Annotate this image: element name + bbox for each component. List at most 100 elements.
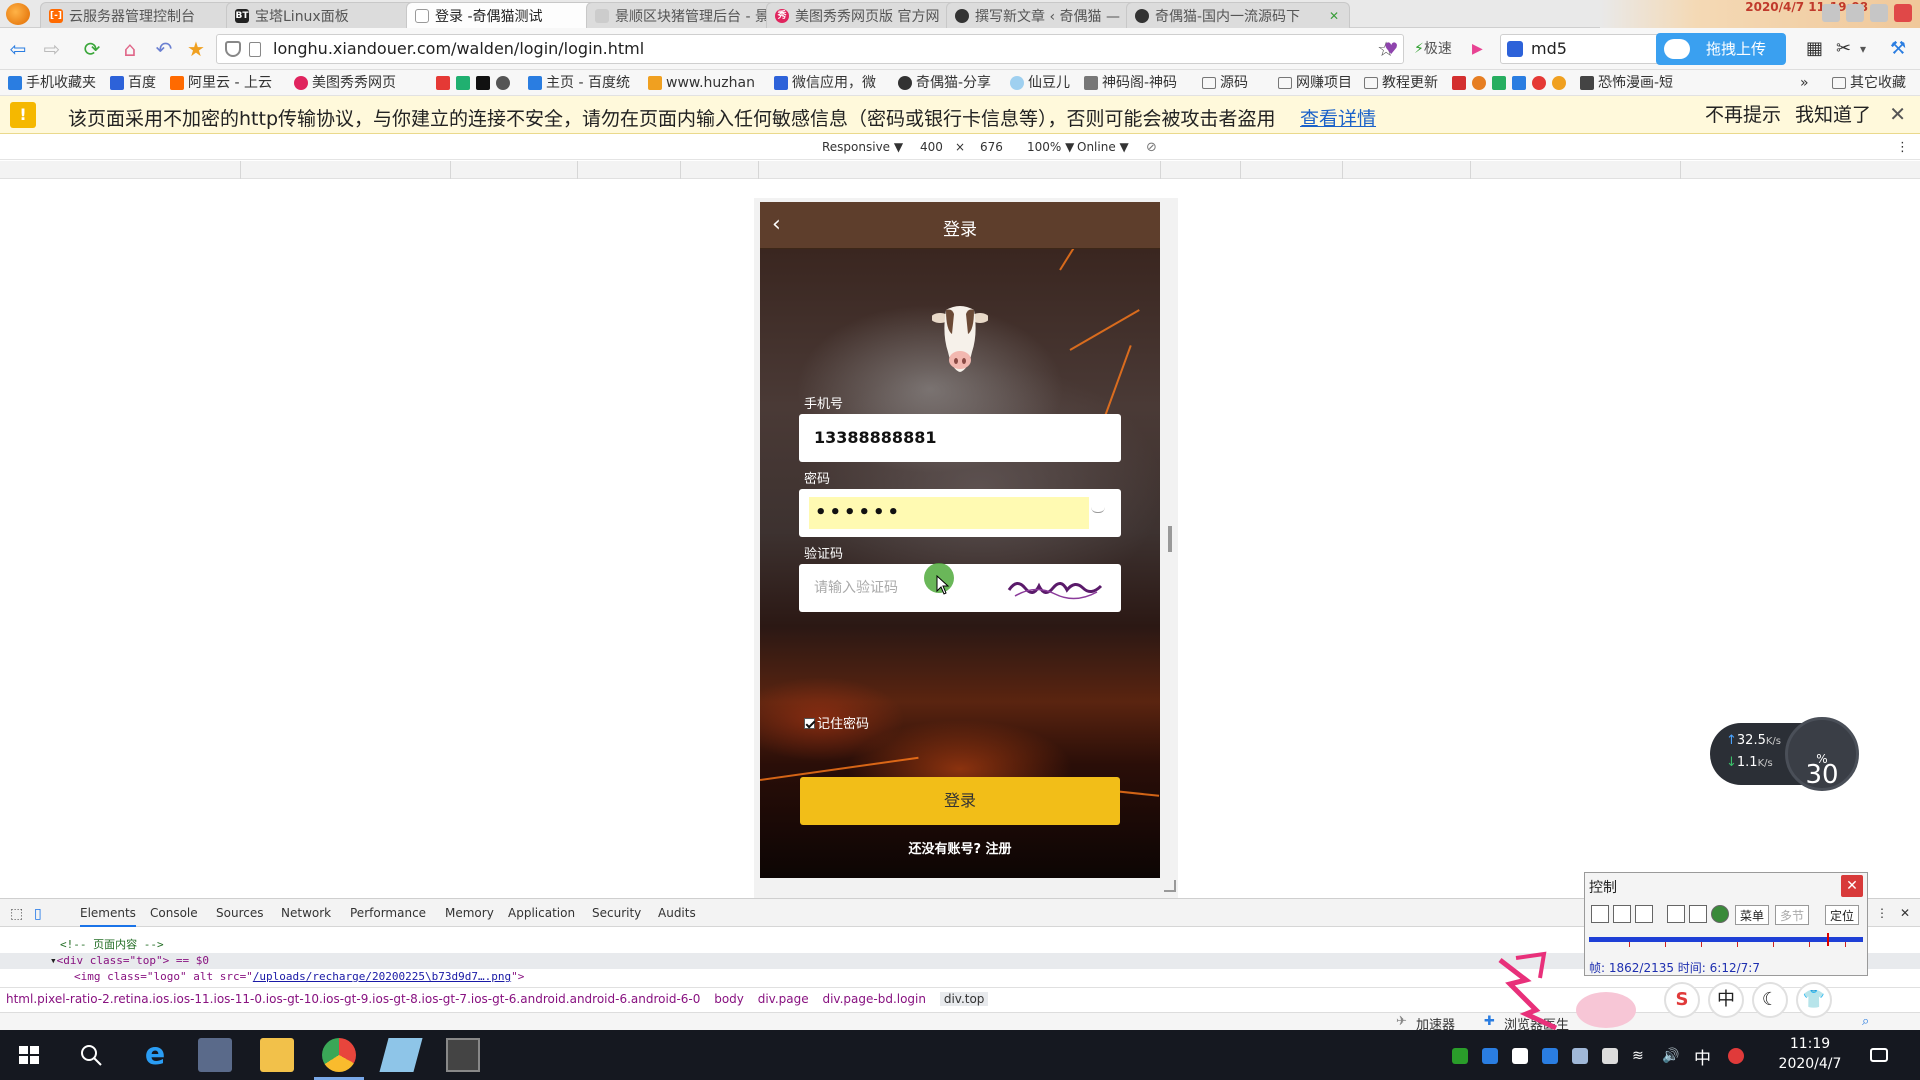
network-speed-widget[interactable]: ↑32.5K/s ↓1.1K/s 30% (1710, 717, 1859, 791)
shield-icon[interactable] (225, 41, 241, 57)
stop-icon[interactable] (1613, 905, 1631, 923)
play-icon[interactable]: ▶ (1472, 37, 1483, 61)
bookmark-baidu-tongji[interactable]: 主页 - 百度统 (528, 74, 630, 92)
tray-sogou-icon[interactable] (1728, 1048, 1744, 1064)
tray-wechat-icon[interactable] (1452, 1048, 1468, 1064)
tray-app-icon[interactable] (1482, 1048, 1498, 1064)
devtools-tab-memory[interactable]: Memory (445, 906, 494, 920)
zoom-select[interactable]: 100% ▼ (1027, 140, 1074, 154)
bell-icon[interactable] (1552, 76, 1566, 90)
bookmark-meitu[interactable]: 美图秀秀网页 (294, 74, 396, 92)
extension-icon[interactable] (476, 76, 490, 90)
address-bar[interactable]: longhu.xiandouer.com/walden/login/login.… (216, 34, 1404, 64)
more-options-icon[interactable]: ⋮ (1896, 140, 1909, 155)
system-clock[interactable]: 11:19 2020/4/7 (1770, 1034, 1850, 1074)
viewport-width-input[interactable]: 400 (920, 140, 943, 154)
extension-icon[interactable] (436, 76, 450, 90)
undo-close-icon[interactable]: ↶ (152, 37, 176, 61)
corner-resize-handle[interactable] (1164, 880, 1176, 892)
memory-usage-ring[interactable]: 30% (1785, 717, 1859, 791)
extension-icon[interactable] (496, 76, 510, 90)
password-input[interactable]: •••••• (799, 489, 1121, 537)
dont-show-again-button[interactable]: 不再提示 (1702, 101, 1784, 129)
wifi-icon[interactable]: ≋ (1632, 1048, 1648, 1064)
captcha-image[interactable] (1005, 576, 1105, 602)
speed-mode-toggle[interactable]: ⚡极速 (1414, 37, 1452, 61)
tray-shield-icon[interactable] (1512, 1048, 1528, 1064)
ime-chinese-icon[interactable]: 中 (1708, 982, 1744, 1018)
search-input[interactable]: md5 (1500, 34, 1660, 64)
register-link[interactable]: 还没有账号? 注册 (760, 838, 1160, 857)
apps-grid-icon[interactable]: ▦ (1806, 37, 1823, 61)
remember-password-checkbox[interactable]: 记住密码 (804, 713, 869, 732)
bookmark-mobile-favorites[interactable]: 手机收藏夹 (8, 74, 96, 92)
breadcrumb-div-top[interactable]: div.top (939, 992, 989, 1006)
home-icon[interactable]: ⌂ (118, 37, 142, 61)
more-bookmarks-chevron-icon[interactable]: » (1800, 74, 1809, 92)
tray-network-icon[interactable] (1542, 1048, 1558, 1064)
bookmark-xiandouer[interactable]: 仙豆儿 (1010, 74, 1070, 92)
accelerator-icon[interactable]: ✈ (1396, 1014, 1407, 1029)
devtools-close-icon[interactable]: ✕ (1900, 906, 1910, 920)
control-close-icon[interactable]: ✕ (1841, 875, 1863, 897)
got-it-button[interactable]: 我知道了 (1792, 101, 1874, 129)
extension-icon[interactable] (1532, 76, 1546, 90)
extension-heart-icon[interactable]: ♥ (1384, 37, 1398, 61)
maximize-icon[interactable] (1870, 4, 1888, 22)
close-window-icon[interactable] (1894, 4, 1912, 22)
login-button[interactable]: 登录 (800, 777, 1120, 825)
fullscreen-icon[interactable] (1689, 905, 1707, 923)
search-icon[interactable] (74, 1038, 108, 1072)
device-mode-select[interactable]: Responsive ▼ (822, 140, 903, 154)
breadcrumb-html[interactable]: html.pixel-ratio-2.retina.ios.ios-11.ios… (6, 992, 700, 1006)
bookmark-folder-source[interactable]: 源码 (1202, 74, 1248, 92)
edge-browser-icon[interactable]: e (138, 1038, 172, 1072)
breadcrumb-div-page-bd[interactable]: div.page-bd.login (822, 992, 926, 1006)
notifications-icon[interactable] (1870, 1048, 1888, 1062)
scissors-icon[interactable]: ✂ (1836, 37, 1851, 61)
prev-frame-icon[interactable] (1591, 905, 1609, 923)
notice-close-icon[interactable]: ✕ (1889, 102, 1906, 126)
shirt-icon[interactable]: 👕 (1796, 982, 1832, 1018)
bookmark-baidu[interactable]: 百度 (110, 74, 156, 92)
devtools-tab-application[interactable]: Application (508, 906, 575, 920)
tab-close-icon[interactable]: ✕ (1327, 9, 1341, 23)
bookmark-wechat-apps[interactable]: 微信应用，微 (774, 74, 876, 92)
bookmark-other-favorites[interactable]: 其它收藏 (1832, 74, 1906, 92)
devtools-tab-network[interactable]: Network (281, 906, 331, 920)
browser-logo-icon[interactable] (6, 3, 30, 25)
devtools-tab-console[interactable]: Console (150, 906, 198, 920)
recorder-app-icon[interactable] (446, 1038, 480, 1072)
sogou-s-icon[interactable]: S (1664, 982, 1700, 1018)
media-query-bar[interactable] (0, 161, 1920, 179)
back-arrow-icon[interactable]: ⇦ (6, 37, 30, 61)
bookmark-folder-earning[interactable]: 网赚项目 (1278, 74, 1352, 92)
checkbox-checked[interactable] (804, 718, 815, 729)
favorite-star-icon[interactable]: ★ (184, 37, 208, 61)
eye-closed-icon[interactable] (1091, 507, 1105, 513)
extension-icon[interactable] (1472, 76, 1486, 90)
captcha-input[interactable]: 请输入验证码 (799, 564, 1121, 612)
rotate-icon[interactable]: ⊘ (1146, 140, 1157, 155)
chevron-down-icon[interactable]: ▾ (1860, 37, 1866, 61)
view-details-link[interactable]: 查看详情 (1300, 104, 1376, 131)
fit-window-icon[interactable] (1667, 905, 1685, 923)
devtools-tab-audits[interactable]: Audits (658, 906, 696, 920)
network-throttle-select[interactable]: Online ▼ (1077, 140, 1129, 154)
bookmark-horror-comics[interactable]: 恐怖漫画-短 (1580, 74, 1673, 92)
windows-start-icon[interactable] (12, 1038, 46, 1072)
menu-button[interactable]: 菜单 (1735, 905, 1770, 925)
devtools-tab-elements[interactable]: Elements (80, 906, 136, 927)
moon-icon[interactable]: ☾ (1752, 982, 1788, 1018)
img-src-link[interactable]: /uploads/recharge/20200225\b73d9d7….png (253, 970, 511, 983)
server-manager-icon[interactable] (198, 1038, 232, 1072)
drag-upload-button[interactable]: 拖拽上传 (1656, 33, 1786, 65)
browser-taskbar-icon[interactable] (314, 1038, 364, 1080)
devtools-tab-performance[interactable]: Performance (350, 906, 426, 920)
extension-icon[interactable] (456, 76, 470, 90)
ime-indicator[interactable]: 中 (1694, 1044, 1711, 1069)
inspect-element-icon[interactable]: ⬚ (10, 906, 23, 922)
devtools-tab-sources[interactable]: Sources (216, 906, 263, 920)
devtools-tab-security[interactable]: Security (592, 906, 641, 920)
bookmark-shenmage[interactable]: 神码阁-神码 (1084, 74, 1177, 92)
